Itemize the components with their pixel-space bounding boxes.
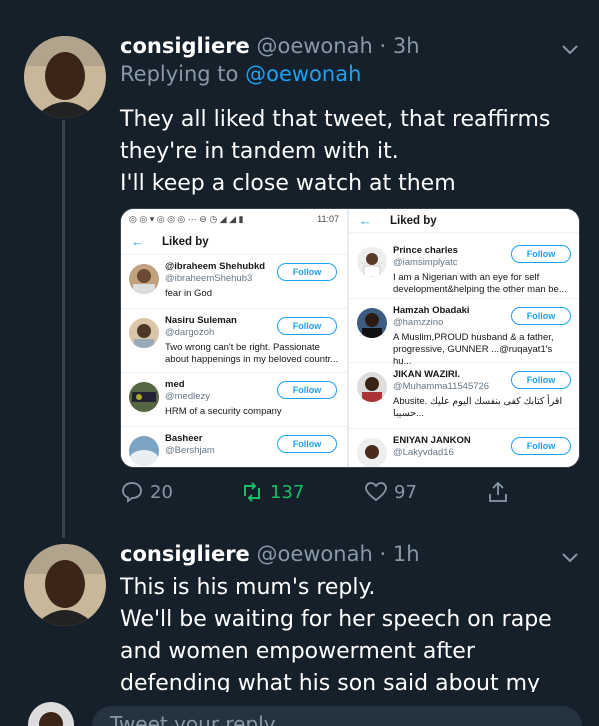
separator-dot: · — [379, 34, 387, 58]
tweet-actions: 20 137 97 — [120, 480, 540, 510]
media-right-panel: ← Liked by Prince charles @iamsimplyatc … — [349, 209, 579, 467]
liked-by-title: Liked by — [390, 214, 437, 227]
liker-avatar — [129, 264, 159, 294]
thread-connector-line — [62, 120, 65, 538]
liked-by-header: ← Liked by — [349, 209, 579, 233]
tweet-time[interactable]: 1h — [393, 542, 420, 566]
liker-avatar — [357, 308, 387, 338]
chevron-down-icon[interactable] — [559, 38, 581, 60]
tweet-text-line: defending what his son said about my — [120, 671, 541, 692]
liker-row: Hamzah Obadaki @hamzzino A Muslim,PROUD … — [349, 299, 579, 367]
liked-by-header: ← Liked by — [121, 229, 347, 255]
liker-row: Nasiru Suleman @dargozoh Two wrong can't… — [121, 309, 347, 373]
tweet-text-line: and women empowerment after — [120, 639, 475, 664]
liker-row: JIKAN WAZIRI. @Muhamma11545726 Abusite. … — [349, 363, 579, 429]
reply-icon — [122, 482, 142, 503]
liker-bio: fear in God — [165, 288, 212, 299]
follow-button: Follow — [511, 245, 571, 263]
reply-count: 20 — [150, 481, 173, 503]
liker-row: Prince charles @iamsimplyatc I am a Nige… — [349, 233, 579, 299]
like-count: 97 — [394, 481, 417, 503]
avatar-image — [24, 36, 106, 118]
liker-avatar — [129, 318, 159, 348]
follow-button: Follow — [277, 435, 337, 453]
tweet-text-line: I'll keep a close watch at them — [120, 171, 456, 196]
liker-row: med @medlezy HRM of a security company F… — [121, 373, 347, 427]
tweet-text-line: This is his mum's reply. — [120, 575, 376, 600]
author-name[interactable]: consigliere — [120, 34, 250, 58]
tweet-media-image[interactable]: ◎ ◎ ▾ ◎ ◎ ◎ ··· ⊖ ◷ ◢ ◢ ▮ 11:07 ← Liked … — [120, 208, 580, 468]
liked-by-title: Liked by — [162, 235, 209, 248]
tweet-text-line: They all liked that tweet, that reaffirm… — [120, 107, 551, 132]
back-arrow-icon: ← — [131, 234, 144, 249]
liker-bio: HRM of a security company — [165, 406, 282, 417]
avatar-image — [24, 544, 106, 626]
status-icons: ◎ ◎ ▾ ◎ ◎ ◎ ··· ⊖ ◷ ◢ ◢ ▮ — [129, 213, 244, 224]
replying-to: Replying to @oewonah — [120, 62, 361, 86]
liker-avatar — [129, 382, 159, 412]
phone-status-bar: ◎ ◎ ▾ ◎ ◎ ◎ ··· ⊖ ◷ ◢ ◢ ▮ 11:07 — [121, 209, 347, 229]
retweet-count: 137 — [270, 481, 305, 503]
liker-row: Basheer @Bershjam Follow — [121, 427, 347, 467]
liker-bio: Abusite. اقرأ كتابك كفى بنفسك اليوم عليك… — [393, 396, 563, 419]
author-avatar[interactable] — [24, 36, 106, 118]
reply-input[interactable]: Tweet your reply — [92, 706, 582, 726]
back-arrow-icon: ← — [359, 213, 372, 228]
liker-avatar — [357, 372, 387, 402]
liker-bio: I am a Nigerian with an eye for self dev… — [393, 272, 567, 295]
tweet-text-line: they're in tandem with it. — [120, 139, 399, 164]
tweet-text: This is his mum's reply. We'll be waitin… — [120, 572, 552, 692]
author-name[interactable]: consigliere — [120, 542, 250, 566]
liker-avatar — [129, 436, 159, 466]
tweet-header: consigliere @oewonah · 1h — [120, 542, 420, 566]
retweet-button[interactable]: 137 — [240, 480, 304, 504]
heart-icon — [365, 482, 387, 502]
avatar-image — [28, 702, 74, 726]
liker-row: ENIYAN JANKON @Lakyvdad16 Follow — [349, 429, 579, 467]
replying-prefix: Replying to — [120, 62, 239, 86]
liker-row: @ibraheem Shehubkd @ibraheemShehub3 fear… — [121, 255, 347, 309]
liker-bio: Two wrong can't be right. Passionate abo… — [165, 342, 339, 365]
liker-avatar — [357, 247, 387, 277]
author-handle[interactable]: @oewonah — [256, 34, 372, 58]
replying-mention-link[interactable]: @oewonah — [245, 62, 361, 86]
follow-button: Follow — [277, 263, 337, 281]
author-avatar[interactable] — [24, 544, 106, 626]
tweet-time[interactable]: 3h — [393, 34, 420, 58]
reply-placeholder: Tweet your reply — [110, 712, 276, 726]
follow-button: Follow — [277, 317, 337, 335]
follow-button: Follow — [277, 381, 337, 399]
tweet-header: consigliere @oewonah · 3h — [120, 34, 420, 58]
liker-avatar — [357, 438, 387, 467]
retweet-icon — [244, 482, 260, 502]
chevron-down-icon[interactable] — [559, 546, 581, 568]
follow-button: Follow — [511, 371, 571, 389]
share-button[interactable] — [486, 480, 510, 504]
my-avatar[interactable] — [28, 702, 74, 726]
tweet-text-line: We'll be waiting for her speech on rape — [120, 607, 552, 632]
status-time: 11:07 — [317, 214, 339, 224]
tweet-text: They all liked that tweet, that reaffirm… — [120, 104, 550, 200]
separator-dot: · — [379, 542, 387, 566]
author-handle[interactable]: @oewonah — [256, 542, 372, 566]
reply-button[interactable]: 20 — [120, 480, 173, 504]
follow-button: Follow — [511, 307, 571, 325]
media-left-panel: ◎ ◎ ▾ ◎ ◎ ◎ ··· ⊖ ◷ ◢ ◢ ▮ 11:07 ← Liked … — [121, 209, 347, 467]
share-icon — [489, 481, 507, 502]
follow-button: Follow — [511, 437, 571, 455]
like-button[interactable]: 97 — [364, 480, 417, 504]
